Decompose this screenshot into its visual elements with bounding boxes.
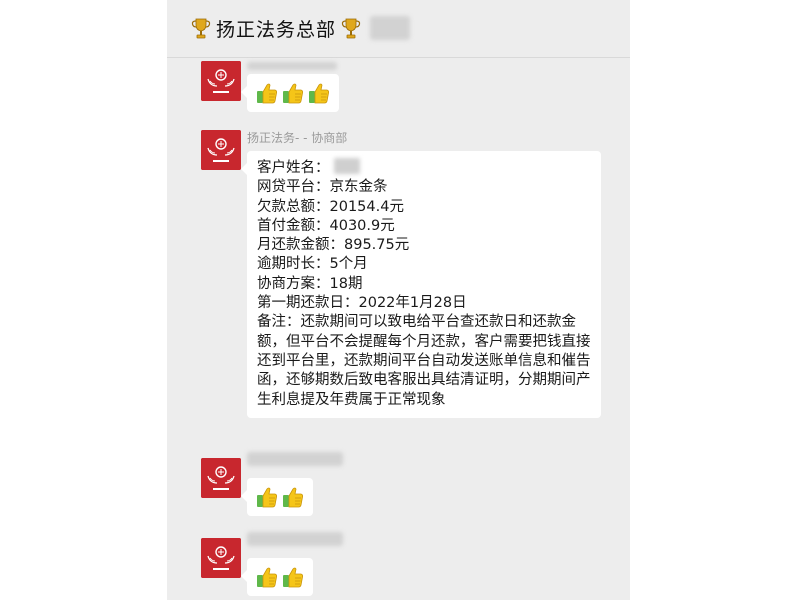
chat-title[interactable]: 扬正法务总部 xyxy=(190,12,411,44)
thumbs-up-icon xyxy=(255,565,279,589)
avatar[interactable] xyxy=(201,458,241,498)
company-logo-icon xyxy=(201,130,241,170)
thumbs-up-icon xyxy=(281,485,305,509)
redacted-sender xyxy=(247,532,343,546)
sender-name: 扬正法务- - 协商部 xyxy=(247,131,348,145)
thumbs-up-icon xyxy=(307,81,331,105)
message-note: 备注：还款期间可以致电给平台查还款日和还款金额，但平台不会提醒每个月还款，客户需… xyxy=(257,314,591,408)
chat-title-bar: 扬正法务总部 xyxy=(167,0,630,58)
avatar[interactable] xyxy=(201,130,241,170)
emoji-row xyxy=(247,74,339,112)
redacted-sender xyxy=(247,452,343,466)
message-bubble[interactable] xyxy=(241,74,339,112)
group-name: 扬正法务总部 xyxy=(216,18,337,41)
message-line: 首付金额：4030.9元 xyxy=(257,217,395,234)
company-logo-icon xyxy=(201,61,241,101)
sender-name-redacted xyxy=(247,532,343,549)
message-line: 第一期还款日：2022年1月28日 xyxy=(257,295,467,312)
chat-window: 扬正法务总部 扬正法务- - 协商部 客户姓名： 网贷平台：京东金条 欠款总额：… xyxy=(167,0,630,600)
avatar[interactable] xyxy=(201,61,241,101)
thumbs-up-icon xyxy=(281,81,305,105)
message-line: 月还款金额：895.75元 xyxy=(257,237,410,254)
message-line: 网贷平台：京东金条 xyxy=(257,179,388,196)
message-text: 客户姓名： 网贷平台：京东金条 欠款总额：20154.4元 首付金额：4030.… xyxy=(247,151,601,418)
message-line: 协商方案：18期 xyxy=(257,275,363,292)
message-bubble[interactable] xyxy=(241,478,313,516)
emoji-row xyxy=(247,478,313,516)
redacted-sender xyxy=(247,62,337,70)
message-bubble[interactable] xyxy=(241,558,313,596)
redacted-customer-name xyxy=(333,158,360,174)
company-logo-icon xyxy=(201,458,241,498)
sender-name-redacted xyxy=(247,59,337,73)
trophy-icon xyxy=(340,16,362,40)
redacted-member-count xyxy=(370,16,411,40)
sender-name-redacted xyxy=(247,452,343,469)
company-logo-icon xyxy=(201,538,241,578)
message-line: 欠款总额：20154.4元 xyxy=(257,198,404,215)
trophy-icon xyxy=(190,16,212,40)
avatar[interactable] xyxy=(201,538,241,578)
message-line: 客户姓名： xyxy=(257,158,591,178)
message-line: 逾期时长：5个月 xyxy=(257,256,368,273)
emoji-row xyxy=(247,558,313,596)
thumbs-up-icon xyxy=(255,81,279,105)
thumbs-up-icon xyxy=(281,565,305,589)
thumbs-up-icon xyxy=(255,485,279,509)
message-bubble[interactable]: 客户姓名： 网贷平台：京东金条 欠款总额：20154.4元 首付金额：4030.… xyxy=(241,151,601,418)
